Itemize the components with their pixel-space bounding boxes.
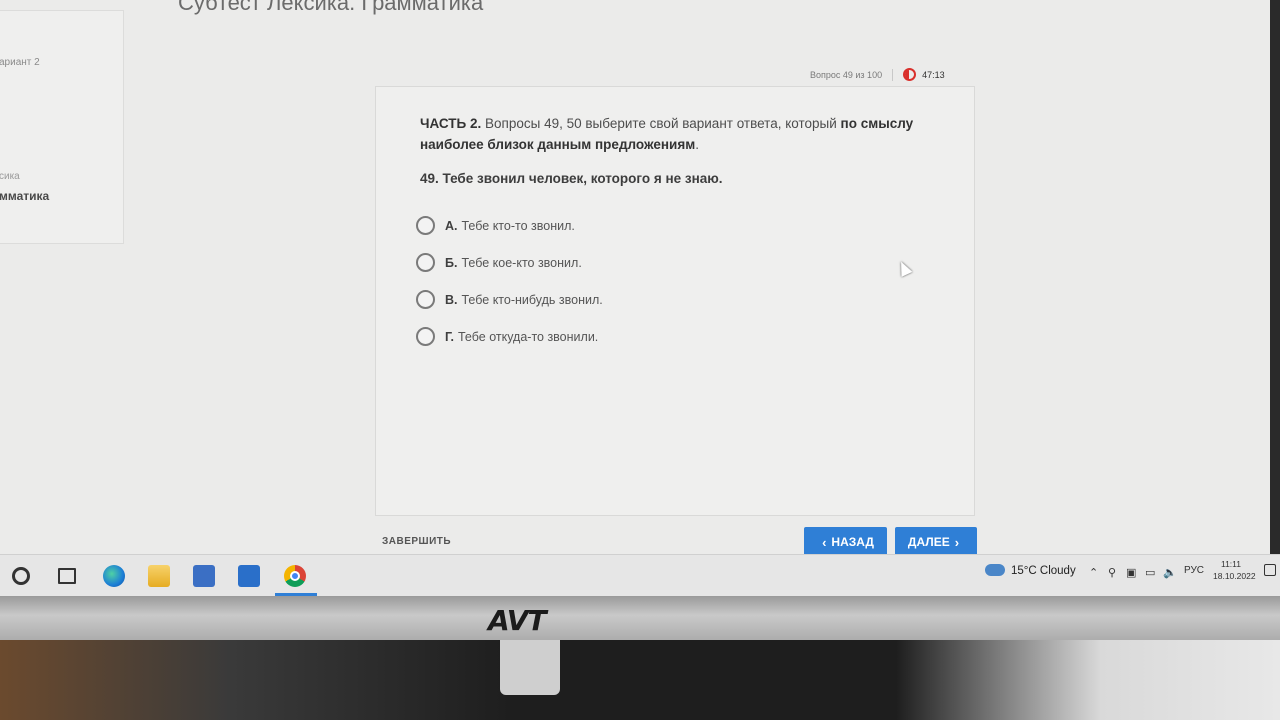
windows-taskbar [0, 554, 1280, 596]
monitor-brand-logo: AVT [488, 604, 547, 637]
question-meta: Вопрос 49 из 100 47:13 [810, 68, 945, 81]
meta-divider [892, 68, 894, 81]
page-title: Субтест Лексика. Грамматика [178, 0, 484, 15]
sidebar-panel: ариант 2 сика мматика [0, 10, 124, 244]
chevron-up-icon[interactable]: ⌃ [1089, 566, 1098, 579]
instruction-end: . [695, 137, 699, 152]
sidebar-subtest-current[interactable]: мматика [0, 189, 49, 203]
radio-button[interactable] [416, 216, 435, 235]
answer-text: Тебе кое-кто звонил. [461, 255, 582, 270]
notification-icon[interactable] [1264, 564, 1276, 576]
timer-icon [903, 68, 917, 81]
weather-widget[interactable]: 15°C Cloudy [1011, 565, 1076, 577]
chevron-right-icon: › [954, 534, 960, 550]
sidebar-subtest-small: сика [0, 171, 20, 182]
next-button-label: ДАЛЕЕ [907, 535, 950, 549]
answer-option-v[interactable]: В. Тебе кто-нибудь звонил. [416, 281, 603, 318]
cloud-icon[interactable] [985, 564, 1005, 576]
answer-option-a[interactable]: А. Тебе кто-то звонил. [416, 207, 603, 244]
instruction-part-label: ЧАСТЬ 2. [420, 116, 482, 131]
search-icon[interactable] [12, 567, 30, 585]
language-indicator[interactable]: РУС [1184, 565, 1204, 576]
back-button-label: НАЗАД [831, 535, 874, 549]
store-icon[interactable] [193, 565, 215, 587]
browser-screen: Субтест Лексика. Грамматика ариант 2 сик… [0, 0, 1270, 596]
clock[interactable]: 11:11 18.10.2022 [1213, 558, 1256, 582]
answer-letter: А. [445, 218, 458, 233]
clock-date: 18.10.2022 [1213, 571, 1256, 581]
volume-icon[interactable]: 🔈 [1163, 566, 1177, 579]
network-icon[interactable]: ▭ [1145, 566, 1155, 579]
clock-time: 11:11 [1220, 559, 1241, 569]
instruction-text: ЧАСТЬ 2. Вопросы 49, 50 выберите свой ва… [420, 113, 920, 155]
monitor-stand [500, 640, 560, 695]
instruction-body: Вопросы 49, 50 выберите свой вариант отв… [481, 116, 841, 131]
question-card: ЧАСТЬ 2. Вопросы 49, 50 выберите свой ва… [375, 86, 975, 516]
finish-button[interactable]: ЗАВЕРШИТЬ [382, 536, 451, 547]
file-explorer-icon[interactable] [148, 565, 170, 587]
answer-letter: Б. [445, 255, 458, 270]
answer-letter: Г. [445, 329, 454, 344]
sidebar-variant-label: ариант 2 [0, 57, 40, 68]
answer-text: Тебе кто-нибудь звонил. [461, 292, 603, 307]
answer-option-label[interactable]: Г. Тебе откуда-то звонили. [445, 330, 598, 344]
answer-text: Тебе откуда-то звонили. [458, 329, 599, 344]
chrome-icon[interactable] [284, 565, 306, 587]
answer-letter: В. [445, 292, 458, 307]
desk-background [0, 640, 1280, 720]
next-button[interactable]: ДАЛЕЕ › [895, 527, 977, 557]
monitor-bezel [0, 596, 1280, 644]
answer-option-label[interactable]: В. Тебе кто-нибудь звонил. [445, 293, 603, 307]
answer-option-b[interactable]: Б. Тебе кое-кто звонил. [416, 244, 603, 281]
radio-button[interactable] [416, 327, 435, 346]
mail-icon[interactable] [238, 565, 260, 587]
chevron-left-icon: ‹ [822, 534, 827, 550]
question-text: 49. Тебе звонил человек, которого я не з… [420, 171, 723, 186]
timer-value: 47:13 [922, 69, 945, 80]
tray-app-icon[interactable]: ⚲ [1108, 566, 1116, 579]
answer-option-g[interactable]: Г. Тебе откуда-то звонили. [416, 318, 603, 355]
tray-device-icon[interactable]: ▣ [1126, 566, 1136, 579]
question-counter: Вопрос 49 из 100 [810, 69, 883, 80]
task-view-icon[interactable] [58, 568, 76, 584]
radio-button[interactable] [416, 253, 435, 272]
answer-options: А. Тебе кто-то звонил. Б. Тебе кое-кто зво… [416, 207, 603, 355]
radio-button[interactable] [416, 290, 435, 309]
edge-icon[interactable] [103, 565, 125, 587]
back-button[interactable]: ‹ НАЗАД [804, 527, 887, 557]
answer-option-label[interactable]: А. Тебе кто-то звонил. [445, 219, 575, 233]
answer-text: Тебе кто-то звонил. [461, 218, 575, 233]
answer-option-label[interactable]: Б. Тебе кое-кто звонил. [445, 256, 582, 270]
